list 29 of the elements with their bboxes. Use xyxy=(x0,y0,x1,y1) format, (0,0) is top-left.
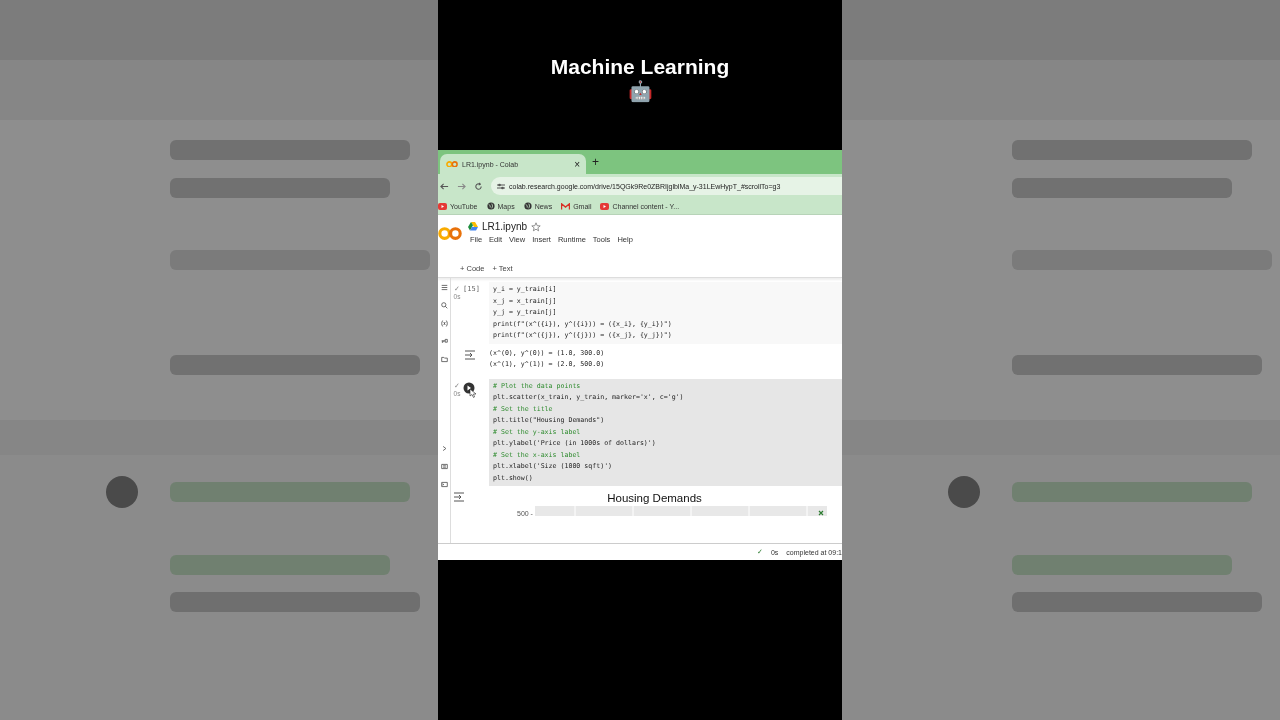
new-tab-button[interactable]: + xyxy=(592,155,599,169)
output-icon[interactable] xyxy=(464,349,476,360)
folder-icon[interactable] xyxy=(440,356,448,363)
chart-title: Housing Demands xyxy=(607,491,702,506)
chevron-icon[interactable] xyxy=(440,445,448,452)
logo-icon xyxy=(438,227,462,241)
output-icon[interactable] xyxy=(453,492,465,502)
forward-icon[interactable] xyxy=(457,181,466,191)
menu-icon[interactable] xyxy=(440,284,448,291)
snippets-icon[interactable] xyxy=(440,463,448,470)
file-name[interactable]: LR1.ipynb xyxy=(482,221,528,232)
terminal-icon[interactable] xyxy=(440,481,448,488)
robot-emoji: 🤖 xyxy=(627,79,653,103)
globe-icon xyxy=(486,202,495,210)
variables-icon[interactable] xyxy=(440,320,448,327)
globe-icon xyxy=(523,202,532,210)
tune-icon xyxy=(497,182,505,190)
drive-icon xyxy=(468,222,478,231)
video-icon xyxy=(600,202,610,210)
search-icon[interactable] xyxy=(440,302,448,309)
run-button[interactable] xyxy=(463,381,477,398)
video-title: Machine Learning xyxy=(550,55,730,79)
mail-icon xyxy=(561,202,571,210)
video-icon xyxy=(438,202,447,210)
reload-icon[interactable] xyxy=(474,181,483,191)
logo-icon xyxy=(446,160,458,168)
back-icon[interactable] xyxy=(440,181,449,191)
star-icon[interactable] xyxy=(531,221,542,232)
key-icon[interactable] xyxy=(440,338,448,345)
